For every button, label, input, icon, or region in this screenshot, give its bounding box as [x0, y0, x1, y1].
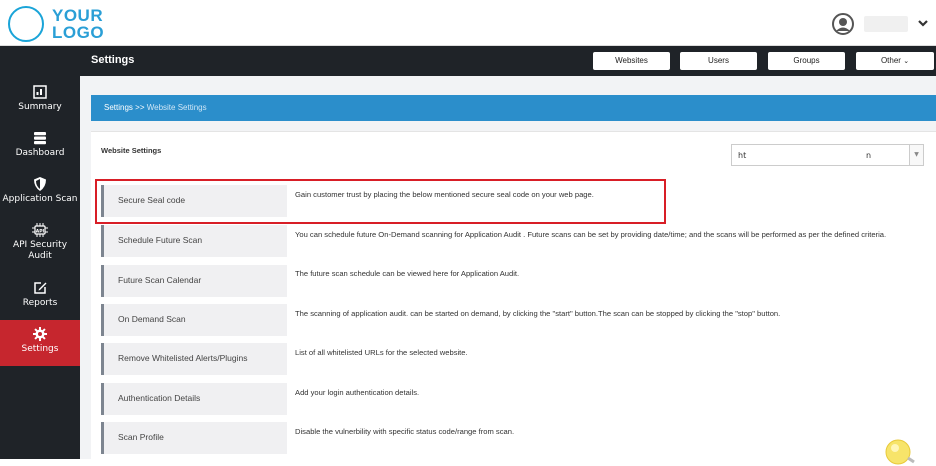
logo-text: YOUR LOGO [52, 6, 105, 42]
tab-label: Scan Profile [118, 432, 164, 442]
sidebar-item-reports[interactable]: Reports [0, 274, 80, 320]
chevron-down-icon: ⌄ [903, 58, 910, 65]
tab-label: On Demand Scan [118, 314, 186, 324]
sidebar-item-summary[interactable]: Summary [0, 78, 80, 124]
tab-future-scan-calendar[interactable]: Future Scan Calendar [101, 265, 287, 297]
website-select-value-start: ht [738, 151, 747, 160]
other-button-label: Other [880, 56, 901, 65]
page-title: Settings [91, 54, 135, 66]
user-menu[interactable] [832, 12, 932, 36]
breadcrumb-current: Website Settings [146, 103, 207, 112]
panel-title: Website Settings [101, 146, 162, 155]
row-description: Disable the vulnerbility with specific s… [295, 427, 515, 436]
sidebar: Summary Dashboard Application Scan API A… [0, 46, 80, 459]
row-description: Add your login authentication details. [295, 388, 420, 397]
logo-ring-icon [8, 6, 44, 42]
chevron-down-icon: ▼ [909, 145, 923, 165]
user-avatar-icon[interactable] [832, 13, 854, 35]
row-description: The scanning of application audit. can b… [295, 309, 781, 318]
lightbulb-icon[interactable] [880, 436, 920, 466]
row-description: You can schedule future On-Demand scanni… [295, 230, 887, 239]
tab-label: Remove Whitelisted Alerts/Plugins [118, 353, 248, 363]
sidebar-item-api-security-audit[interactable]: API API Security Audit [0, 216, 80, 272]
api-icon: API [32, 223, 48, 237]
shield-icon [34, 177, 46, 191]
tab-remove-whitelisted-alerts[interactable]: Remove Whitelisted Alerts/Plugins [101, 343, 287, 375]
sidebar-item-application-scan[interactable]: Application Scan [0, 170, 80, 216]
summary-icon [33, 85, 47, 99]
sidebar-item-dashboard[interactable]: Dashboard [0, 124, 80, 170]
tab-schedule-future-scan[interactable]: Schedule Future Scan [101, 225, 287, 257]
svg-text:API: API [36, 228, 45, 234]
user-name [864, 16, 908, 32]
edit-icon [34, 282, 47, 294]
websites-button[interactable]: Websites [593, 52, 670, 70]
groups-button[interactable]: Groups [768, 52, 845, 70]
highlight-box [95, 179, 666, 224]
logo[interactable]: YOUR LOGO [8, 5, 104, 43]
breadcrumb-root[interactable]: Settings [104, 103, 133, 112]
tab-scan-profile[interactable]: Scan Profile [101, 422, 287, 454]
breadcrumb: Settings >> Website Settings [91, 95, 936, 121]
sidebar-item-label: Application Scan [2, 194, 78, 204]
sidebar-item-label: Dashboard [15, 148, 65, 158]
sidebar-item-settings[interactable]: Settings [0, 320, 80, 366]
website-select-value-end: n [866, 151, 872, 160]
tab-label: Schedule Future Scan [118, 235, 203, 245]
row-description: List of all whitelisted URLs for the sel… [295, 348, 468, 357]
website-select[interactable]: ht n ▼ [731, 144, 924, 166]
tab-on-demand-scan[interactable]: On Demand Scan [101, 304, 287, 336]
top-bar: YOUR LOGO [0, 0, 936, 46]
users-button[interactable]: Users [680, 52, 757, 70]
gear-icon [33, 327, 47, 341]
sidebar-item-label: Summary [18, 102, 62, 112]
breadcrumb-separator: >> [135, 103, 145, 112]
chevron-down-icon[interactable] [916, 14, 930, 32]
sidebar-item-label: Settings [21, 344, 59, 354]
page-header: Settings Websites Users Groups Other ⌄ [80, 46, 936, 76]
tab-authentication-details[interactable]: Authentication Details [101, 383, 287, 415]
tab-label: Authentication Details [118, 393, 201, 403]
sidebar-item-label: Reports [22, 298, 58, 308]
sidebar-item-label: API Security Audit [12, 240, 68, 261]
tab-label: Future Scan Calendar [118, 275, 202, 285]
dashboard-icon [34, 132, 46, 145]
row-description: The future scan schedule can be viewed h… [295, 269, 520, 278]
other-button[interactable]: Other ⌄ [856, 52, 934, 70]
